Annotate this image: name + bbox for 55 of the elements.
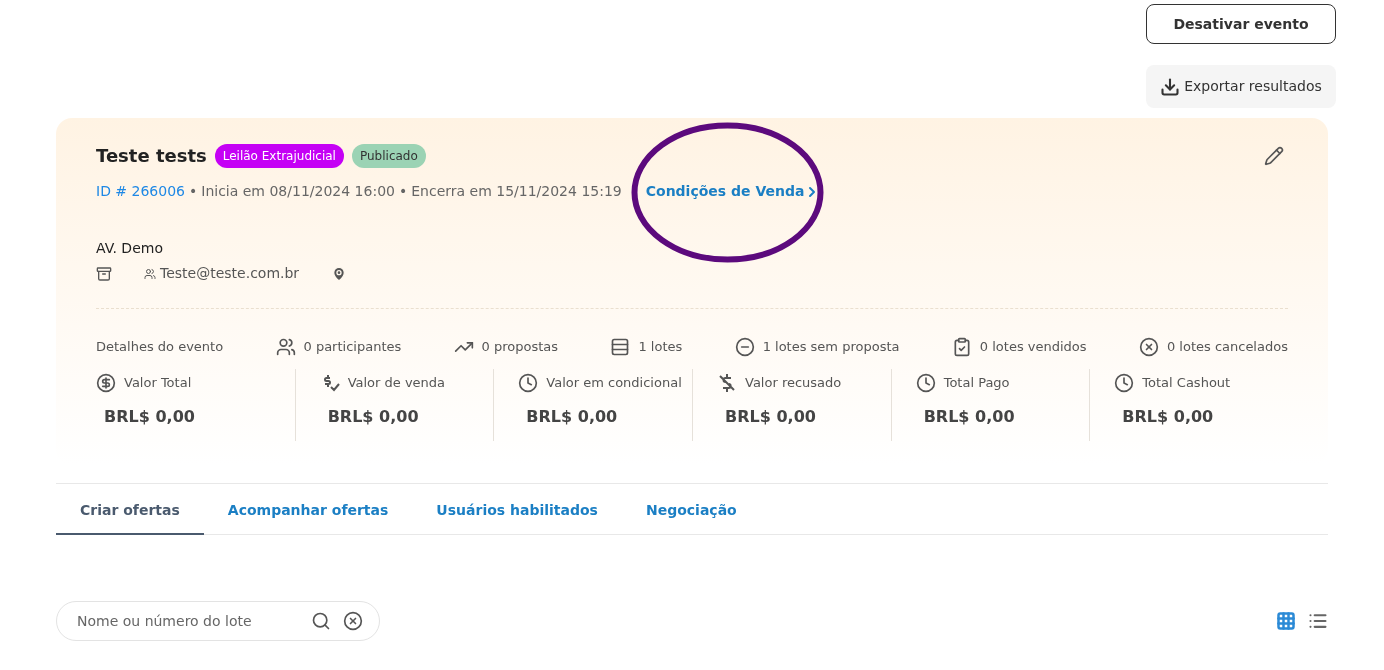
clock-icon: [915, 373, 936, 393]
download-icon: [1160, 76, 1181, 97]
stat-text: 0 participantes: [303, 338, 402, 357]
list-view-icon[interactable]: [1308, 611, 1328, 631]
search-icon[interactable]: [311, 611, 331, 631]
value-label: Total Cashout: [1142, 374, 1231, 393]
value-label: Total Pago: [943, 374, 1010, 393]
search-input[interactable]: Nome ou número do lote: [77, 610, 299, 632]
value-label: Valor Total: [124, 374, 192, 393]
stat-text: 0 lotes cancelados: [1166, 338, 1288, 357]
deactivate-button[interactable]: Desativar evento: [1146, 4, 1336, 44]
stat-text: 0 lotes vendidos: [979, 338, 1087, 357]
tab[interactable]: Negociação: [621, 484, 761, 535]
location-pin-icon[interactable]: [331, 265, 348, 282]
clear-icon[interactable]: [343, 611, 363, 631]
value-label: Valor de venda: [347, 374, 446, 393]
value-amount: BRL$ 0,00: [526, 406, 619, 428]
export-button[interactable]: Exportar resultados: [1146, 65, 1336, 108]
dollar-circle-icon: [96, 373, 116, 393]
value-amount: BRL$ 0,00: [1122, 406, 1215, 428]
stat-text: 0 propostas: [481, 338, 559, 357]
stat-text: 1 lotes: [638, 338, 683, 357]
status-badge: Publicado: [351, 143, 426, 168]
value-amount: BRL$ 0,00: [327, 406, 420, 428]
value-label: Valor recusado: [745, 374, 842, 393]
tab[interactable]: Acompanhar ofertas: [203, 484, 413, 535]
tab[interactable]: Criar ofertas: [56, 484, 204, 535]
minus-circle-icon: [734, 337, 755, 357]
x-circle-icon: [1138, 337, 1159, 357]
conditions-link[interactable]: Condições de Venda: [645, 181, 821, 202]
status-badge: Leilão Extrajudicial: [214, 143, 344, 168]
participants-icon: [275, 337, 296, 357]
value-label: Valor em condicional: [546, 374, 682, 393]
users-icon: [144, 267, 156, 280]
value-amount: BRL$ 0,00: [104, 406, 196, 428]
grid-view-icon[interactable]: [1276, 611, 1296, 631]
archive-icon: [96, 265, 112, 282]
stacked-rows-icon: [610, 337, 631, 357]
dollar-off-icon: [717, 373, 737, 393]
organizer-email: Teste@teste.com.br: [160, 264, 300, 283]
end-date: Encerra em 15/11/2024 15:19: [411, 182, 622, 201]
value-amount: BRL$ 0,00: [923, 406, 1016, 428]
value-amount: BRL$ 0,00: [725, 406, 817, 428]
bullet: •: [398, 182, 408, 201]
tab[interactable]: Usuários habilitados: [412, 484, 622, 535]
start-date: Inicia em 08/11/2024 16:00: [201, 182, 395, 201]
event-id: ID # 266006: [96, 182, 185, 201]
details-label: Detalhes do evento: [96, 338, 224, 357]
edit-icon[interactable]: [1264, 146, 1284, 166]
bullet: •: [189, 182, 198, 201]
clock-icon: [518, 373, 539, 393]
organizer-name: AV. Demo: [96, 239, 164, 258]
stat-text: 1 lotes sem proposta: [762, 338, 900, 357]
clock-icon: [1114, 373, 1135, 393]
event-title: Teste tests: [96, 144, 207, 168]
